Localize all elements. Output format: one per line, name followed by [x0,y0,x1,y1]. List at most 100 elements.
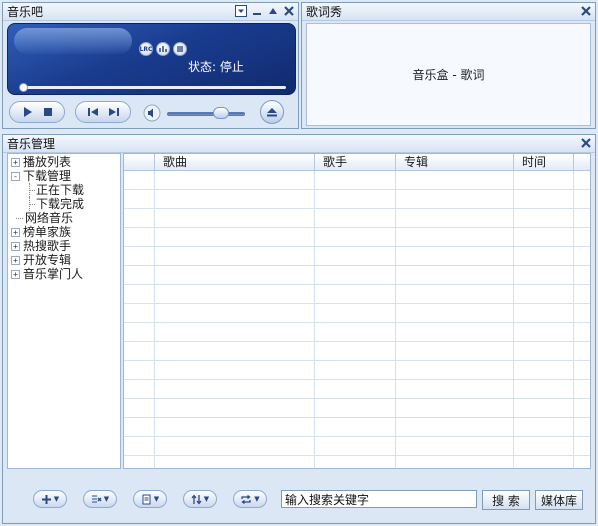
mute-button[interactable] [143,104,161,125]
table-row[interactable] [124,342,590,361]
delete-button[interactable]: ▼ [83,490,117,508]
tree-label: 音乐掌门人 [23,267,84,281]
expand-icon[interactable]: + [11,242,20,251]
tree-label: 开放专辑 [23,253,72,267]
table-cell [574,323,590,341]
table-cell [124,247,155,265]
table-cell [315,247,396,265]
tree-item-hot-singers[interactable]: + 热搜歌手 [8,239,120,253]
table-cell [396,285,514,303]
volume-slider[interactable] [167,112,245,116]
lyrics-close-button[interactable] [579,4,593,18]
previous-button[interactable] [87,106,99,118]
table-cell [396,380,514,398]
column-header-song[interactable]: 歌曲 [155,154,315,170]
search-button[interactable]: 搜 索 [482,490,530,510]
table-row[interactable] [124,399,590,418]
add-button[interactable]: ▼ [33,490,67,508]
equalizer-icon[interactable] [156,42,170,56]
table-cell [574,456,590,468]
next-button[interactable] [108,106,120,118]
minimize-button[interactable] [250,4,264,18]
table-cell [514,323,574,341]
menu-dropdown-button[interactable] [234,4,248,18]
column-header-index[interactable] [124,154,155,170]
minimize-icon [253,13,261,15]
sort-button[interactable]: ▼ [183,490,217,508]
tree-label: 下载完成 [36,197,85,211]
expand-icon[interactable]: + [11,256,20,265]
table-cell [574,437,590,455]
column-header-singer[interactable]: 歌手 [315,154,396,170]
search-input[interactable] [281,490,477,508]
tree-label: 榜单家族 [23,225,72,239]
display-glare [14,28,132,54]
table-cell [124,171,155,189]
media-library-button[interactable]: 媒体库 [535,490,583,510]
table-cell [396,247,514,265]
expand-icon[interactable]: + [11,270,20,279]
dropdown-icon [235,5,247,17]
table-row[interactable] [124,323,590,342]
table-row[interactable] [124,437,590,456]
table-row[interactable] [124,418,590,437]
lrc-toggle-icon[interactable]: LRC [139,42,153,56]
tree-item-downloading[interactable]: 正在下载 [8,183,120,197]
table-cell [315,171,396,189]
table-row[interactable] [124,380,590,399]
eject-button[interactable] [260,100,284,124]
player-close-button[interactable] [282,4,296,18]
tree-item-charts[interactable]: + 榜单家族 [8,225,120,239]
expand-icon[interactable]: + [11,228,20,237]
column-header-album[interactable]: 专辑 [396,154,514,170]
tree-label: 播放列表 [23,155,72,169]
table-cell [574,304,590,322]
column-header-extra [574,154,590,170]
expand-icon[interactable]: + [11,158,20,167]
collapse-button[interactable] [266,4,280,18]
play-button[interactable] [21,106,33,118]
play-mode-button[interactable]: ▼ [233,490,267,508]
seek-handle[interactable] [19,83,28,92]
seek-bar[interactable] [19,83,286,92]
collapse-icon[interactable]: - [11,172,20,181]
table-row[interactable] [124,285,590,304]
table-cell [396,228,514,246]
table-cell [155,437,315,455]
edit-button[interactable]: ▼ [133,490,167,508]
table-row[interactable] [124,361,590,380]
tree-item-open-albums[interactable]: + 开放专辑 [8,253,120,267]
table-cell [124,266,155,284]
manager-close-button[interactable] [579,136,593,150]
document-icon [142,494,151,504]
player-title: 音乐吧 [7,5,44,19]
table-row[interactable] [124,266,590,285]
chevron-down-icon: ▼ [53,495,60,503]
table-row[interactable] [124,247,590,266]
tree-item-music-masters[interactable]: + 音乐掌门人 [8,267,120,281]
table-cell [514,399,574,417]
tree-item-playlist[interactable]: + 播放列表 [8,155,120,169]
stop-button[interactable] [42,106,54,118]
table-row[interactable] [124,190,590,209]
table-row[interactable] [124,228,590,247]
tree-item-online-music[interactable]: 网络音乐 [8,211,120,225]
table-cell [155,418,315,436]
playlist-icon[interactable] [173,42,187,56]
table-cell [574,247,590,265]
table-cell [514,361,574,379]
column-header-time[interactable]: 时间 [514,154,574,170]
table-row[interactable] [124,171,590,190]
tree-item-download-manager[interactable]: - 下载管理 [8,169,120,183]
volume-handle[interactable] [213,107,229,119]
table-cell [514,228,574,246]
table-cell [315,285,396,303]
tree-label: 下载管理 [23,169,72,183]
tree-item-downloaded[interactable]: 下载完成 [8,197,120,211]
table-row[interactable] [124,456,590,468]
table-cell [124,304,155,322]
table-row[interactable] [124,209,590,228]
table-body [124,171,590,468]
chevron-down-icon: ▼ [103,495,110,503]
table-row[interactable] [124,304,590,323]
